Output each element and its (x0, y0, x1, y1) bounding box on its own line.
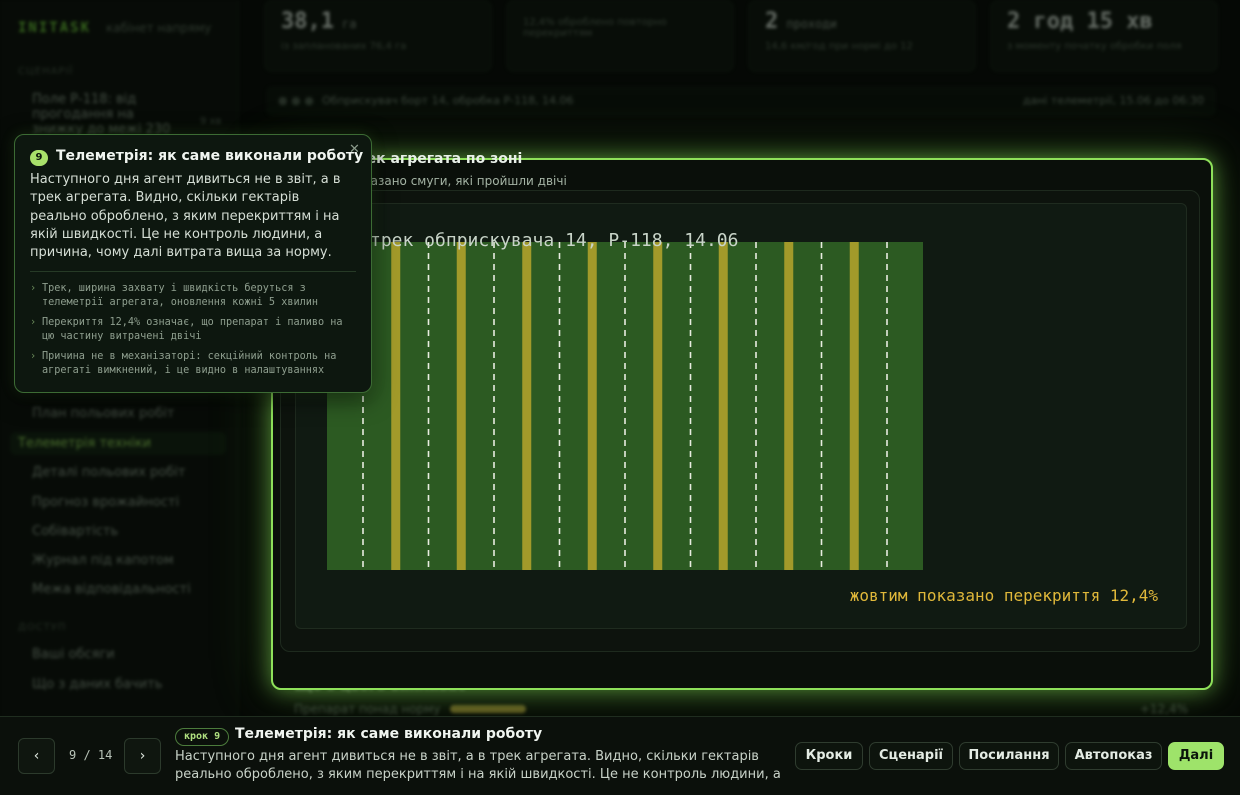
sidebar-nav-item[interactable]: Межа відповідальності (32, 582, 237, 597)
divider (30, 271, 356, 272)
overlap-strip (587, 242, 597, 570)
kpi-unit: га (341, 17, 357, 31)
ribbon-text: Обприскувач борт 14, обробка Р-118, 14.0… (322, 94, 574, 107)
overlap-strip (784, 242, 794, 570)
implications-row-label: Препарат понад норму (294, 702, 441, 716)
sidebar-section-access: ДОСТУП (18, 622, 67, 633)
overlap-strip (391, 242, 401, 570)
dots-icon: ● ● ● (278, 94, 314, 107)
sidebar-nav-item[interactable]: Собівартість (32, 524, 237, 539)
tooltip-note-text: Перекриття 12,4% означає, що препарат і … (42, 317, 343, 342)
tooltip-body: Наступного дня агент дивиться не в звіт,… (30, 172, 341, 261)
implications-bar (450, 705, 526, 713)
implications-row-value: +12,4% (1139, 702, 1188, 716)
scenario-duration: 9 хв (200, 116, 222, 127)
kpi-value: 2 год 15 хв (1007, 9, 1153, 34)
kpi-card-passes: 2 проходи 14,6 км/год при нормі до 12 (748, 0, 976, 72)
plot-title: трек обприскувача 14, Р-118, 14.06 (370, 230, 739, 251)
links-button[interactable]: Посилання (959, 742, 1059, 770)
kpi-card-duration: 2 год 15 хв з моменту початку обробки по… (990, 0, 1218, 72)
kpi-value: 2 (765, 9, 779, 34)
brand-subtitle: кабінет напряму (106, 21, 212, 35)
sidebar-nav-item[interactable]: Журнал під капотом (32, 553, 237, 568)
sidebar: INITASK кабінет напряму СЦЕНАРІЇ Поле Р-… (0, 0, 239, 794)
overlap-strip (849, 242, 859, 570)
sidebar-section-scenarios: СЦЕНАРІЇ (18, 66, 74, 77)
brand-logo: INITASK (18, 20, 92, 36)
sidebar-nav-item[interactable]: Деталі польових робіт (32, 465, 237, 480)
tooltip-note-text: Трек, ширина захвату і швидкість берутьс… (42, 283, 319, 308)
step-number-badge: 9 (30, 150, 48, 166)
close-icon[interactable]: ✕ (349, 142, 360, 157)
sidebar-item-data-visibility[interactable]: Що з даних бачить (32, 677, 237, 692)
prev-step-button[interactable]: ‹ (18, 738, 55, 774)
track-panel: трек обприскувача 14, Р-118, 14.06 жовти… (280, 190, 1200, 652)
scenarios-button[interactable]: Сценарії (869, 742, 953, 770)
next-step-arrow-button[interactable]: › (124, 738, 161, 774)
sidebar-nav-item[interactable]: План польових робіт (32, 406, 237, 421)
card-title: Трек агрегата по зоні (347, 151, 523, 167)
kpi-card-overlap: 12,4% оброблено повторно перекриттям (506, 0, 734, 72)
tour-bottom-bar: ‹ 9 / 14 › крок 9 Телеметрія: як саме ви… (0, 716, 1240, 795)
card-subtitle: Показано смуги, які пройшли двічі (347, 174, 567, 188)
track-plot: трек обприскувача 14, Р-118, 14.06 жовти… (295, 203, 1187, 629)
step-description: Наступного дня агент дивиться не в звіт,… (175, 749, 781, 782)
kpi-subtext: із запланованих 76,4 га (281, 41, 407, 52)
overlap-strip (522, 242, 532, 570)
steps-button[interactable]: Кроки (795, 742, 863, 770)
overlap-strip (456, 242, 466, 570)
step-counter: 9 / 14 (69, 748, 113, 762)
kpi-subtext: 12,4% оброблено повторно перекриттям (523, 17, 667, 39)
tooltip-note-text: Причина не в механізаторі: секційний кон… (42, 351, 337, 376)
track-map (327, 242, 923, 570)
kpi-subtext: 14,6 км/год при нормі до 12 (765, 41, 913, 52)
tooltip-title: Телеметрія: як саме виконали роботу (56, 148, 364, 164)
highlighted-track-card: Трек агрегата по зоні Показано смуги, як… (271, 151, 1213, 690)
autoplay-button[interactable]: Автопоказ (1065, 742, 1162, 770)
sidebar-nav-item[interactable]: Телеметрія техніки (10, 432, 226, 455)
overlap-strip (653, 242, 663, 570)
chevron-right-icon: › (30, 351, 37, 362)
kpi-subtext: з моменту початку обробки поля (1007, 41, 1182, 52)
step-badge: крок 9 (175, 728, 230, 746)
kpi-card-area: 38,1 га із запланованих 76,4 га (264, 0, 492, 72)
tour-tooltip: 9 Телеметрія: як саме виконали роботу ✕ … (14, 134, 372, 393)
kpi-unit: проходи (786, 17, 837, 31)
context-ribbon: ● ● ● Обприскувач борт 14, обробка Р-118… (266, 86, 1216, 116)
chevron-right-icon: › (30, 283, 37, 294)
sidebar-item-volumes[interactable]: Ваші обсяги (32, 647, 237, 662)
overlap-strip (718, 242, 728, 570)
sidebar-nav-item[interactable]: Прогноз врожайності (32, 495, 237, 510)
next-button[interactable]: Далі (1168, 742, 1224, 770)
overlap-legend: жовтим показано перекриття 12,4% (849, 586, 1158, 605)
step-title: Телеметрія: як саме виконали роботу (235, 726, 543, 742)
ribbon-timestamp: дані телеметрії, 15.06 до 06:30 (1022, 94, 1204, 107)
kpi-value: 38,1 (281, 9, 334, 34)
chevron-right-icon: › (30, 317, 37, 328)
